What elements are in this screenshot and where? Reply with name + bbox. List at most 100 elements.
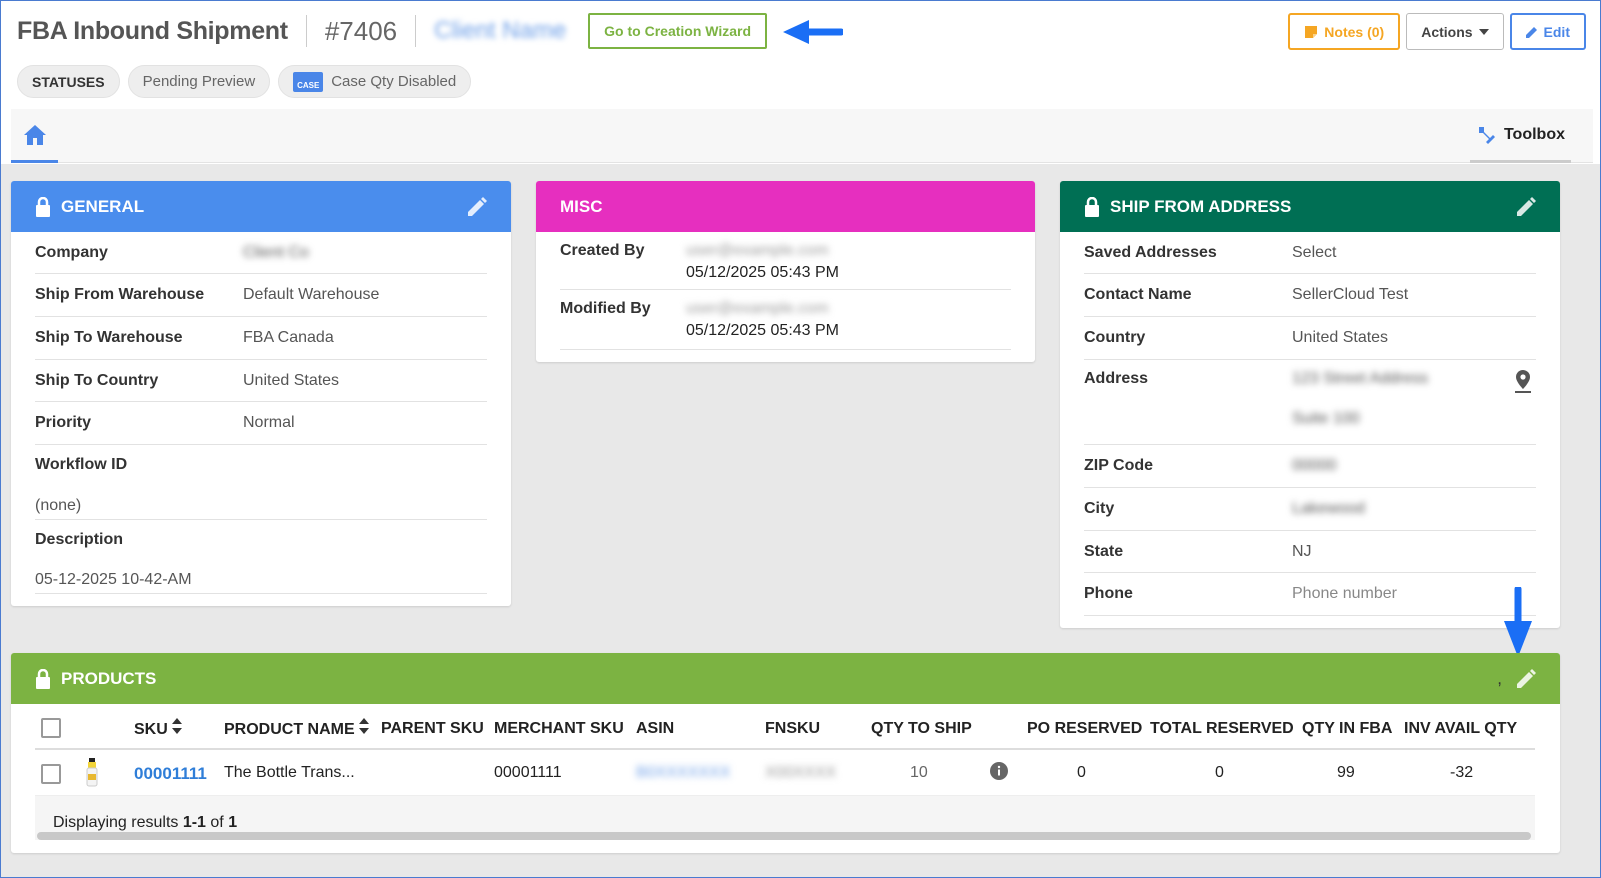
field-label: Contact Name (1084, 286, 1192, 303)
ship-from-row-city: City Lakewood (1084, 488, 1536, 531)
column-header-asin[interactable]: ASIN (636, 720, 674, 738)
products-table: SKU PRODUCT NAME PARENT SKU MERCHANT SKU… (35, 704, 1560, 853)
field-label: Priority (35, 414, 92, 431)
page-title: FBA Inbound Shipment (17, 16, 288, 45)
notes-button-label: Notes (0) (1324, 23, 1385, 40)
field-label: Company (35, 243, 108, 261)
client-name-link[interactable]: Client Name (434, 17, 566, 45)
column-header-merchant-sku[interactable]: MERCHANT SKU (494, 720, 624, 738)
fnsku-value: X00XXXX (765, 764, 837, 781)
field-label: Ship To Warehouse (35, 329, 183, 346)
general-row-workflow: Workflow ID (none) (35, 445, 487, 520)
company-value: Client Co (243, 243, 309, 261)
pencil-icon[interactable] (1516, 668, 1536, 689)
home-icon (23, 124, 46, 145)
column-header-total-reserved[interactable]: TOTAL RESERVED (1150, 720, 1294, 738)
header-actions: Notes (0) Actions Edit (1288, 13, 1586, 50)
misc-row-created: Created By user@example.com 05/12/2025 0… (560, 232, 1011, 290)
select-all-checkbox[interactable] (41, 718, 61, 738)
arrow-down-icon (1504, 587, 1532, 657)
field-label: Ship To Country (35, 371, 159, 389)
results-prefix: Displaying results (53, 814, 183, 831)
phone-placeholder: Phone number (1292, 585, 1397, 602)
column-header-sku[interactable]: SKU (134, 718, 183, 739)
actions-dropdown[interactable]: Actions (1406, 13, 1504, 50)
status-badge-pending: Pending Preview (127, 65, 271, 98)
address-line-1: 123 Street Address (1292, 370, 1429, 387)
asin-link[interactable]: B0XXXXXXX (636, 764, 730, 782)
column-header-fnsku[interactable]: FNSKU (765, 720, 820, 738)
address-line-2: Suite 100 (1292, 410, 1360, 427)
zip-value: 00000 (1292, 457, 1337, 474)
saved-addresses-select[interactable]: Select (1292, 244, 1336, 262)
pencil-icon[interactable] (467, 196, 487, 217)
ship-from-row-saved: Saved Addresses Select (1084, 232, 1536, 274)
toolbox-label: Toolbox (1503, 125, 1565, 143)
tab-home[interactable] (11, 109, 58, 163)
title-divider (305, 15, 307, 47)
statuses-label: STATUSES (17, 65, 120, 98)
lock-icon (36, 668, 50, 689)
tab-bar: Toolbox (11, 109, 1593, 163)
field-label: Country (1084, 329, 1146, 346)
workflow-id-value: (none) (35, 497, 82, 514)
results-of: of (205, 814, 229, 831)
actions-label: Actions (1421, 23, 1473, 40)
field-label: State (1084, 542, 1124, 560)
row-checkbox[interactable] (41, 764, 61, 784)
qty-to-ship-value[interactable]: 10 (910, 764, 928, 782)
ship-from-panel-header: SHIP FROM ADDRESS (1060, 181, 1560, 232)
field-label: Ship From Warehouse (35, 286, 205, 303)
state-value: NJ (1292, 542, 1312, 560)
column-header-parent-sku[interactable]: PARENT SKU (381, 720, 484, 738)
misc-panel: MISC Created By user@example.com 05/12/2… (536, 181, 1035, 362)
total-reserved-value: 0 (1215, 764, 1224, 781)
created-info: user@example.com 05/12/2025 05:43 PM (686, 242, 839, 289)
product-name-value: The Bottle Trans... (224, 764, 355, 781)
misc-title: MISC (560, 196, 603, 216)
column-header-qty-in-fba[interactable]: QTY IN FBA (1302, 720, 1392, 738)
general-row-ship-to-warehouse: Ship To Warehouse FBA Canada (35, 317, 487, 360)
country-value: United States (1292, 329, 1389, 346)
general-row-company: Company Client Co (35, 232, 487, 274)
qty-in-fba-value: 99 (1337, 764, 1355, 781)
po-reserved-value: 0 (1077, 764, 1086, 781)
ship-from-row-contact: Contact Name SellerCloud Test (1084, 274, 1536, 317)
contact-name-value: SellerCloud Test (1292, 286, 1409, 303)
column-header-inv-avail-qty[interactable]: INV AVAIL QTY (1404, 720, 1517, 738)
map-pin-icon[interactable] (1514, 370, 1532, 394)
title-divider (415, 15, 417, 47)
misc-row-modified: Modified By user@example.com 05/12/2025 … (560, 290, 1011, 350)
column-header-qty-to-ship[interactable]: QTY TO SHIP (871, 720, 972, 738)
ship-from-title: SHIP FROM ADDRESS (1110, 196, 1292, 216)
inv-avail-qty-value: -32 (1450, 764, 1474, 781)
sort-icon (172, 718, 183, 734)
field-label: Phone (1084, 585, 1133, 602)
column-header-po-reserved[interactable]: PO RESERVED (1027, 720, 1142, 738)
products-panel-header: PRODUCTS , (11, 653, 1560, 704)
tab-toolbox[interactable]: Toolbox (1469, 109, 1571, 163)
results-summary: Displaying results 1-1 of 1 (53, 814, 237, 832)
field-label: Saved Addresses (1084, 243, 1217, 261)
horizontal-scrollbar[interactable] (37, 832, 1531, 840)
notes-button[interactable]: Notes (0) (1288, 13, 1401, 50)
edit-button[interactable]: Edit (1509, 13, 1586, 50)
ship-from-warehouse-value: Default Warehouse (243, 286, 380, 303)
created-date: 05/12/2025 05:43 PM (686, 264, 840, 281)
field-label: Workflow ID (35, 456, 128, 473)
general-title: GENERAL (61, 196, 145, 216)
ship-from-row-state: State NJ (1084, 531, 1536, 573)
sku-link[interactable]: 00001111 (134, 764, 207, 784)
column-header-product-name[interactable]: PRODUCT NAME (224, 718, 370, 739)
ship-to-country-value: United States (243, 371, 340, 389)
pencil-icon[interactable] (1516, 196, 1536, 217)
results-range: 1-1 (182, 814, 206, 831)
note-icon (1305, 25, 1318, 38)
toolbox-icon (1478, 126, 1495, 144)
modified-by-user: user@example.com (686, 300, 829, 317)
creation-wizard-button[interactable]: Go to Creation Wizard (588, 13, 768, 49)
product-thumbnail[interactable] (85, 758, 99, 788)
info-icon[interactable] (990, 762, 1008, 780)
comma-text: , (1497, 668, 1502, 688)
ship-from-row-country: Country United States (1084, 317, 1536, 360)
